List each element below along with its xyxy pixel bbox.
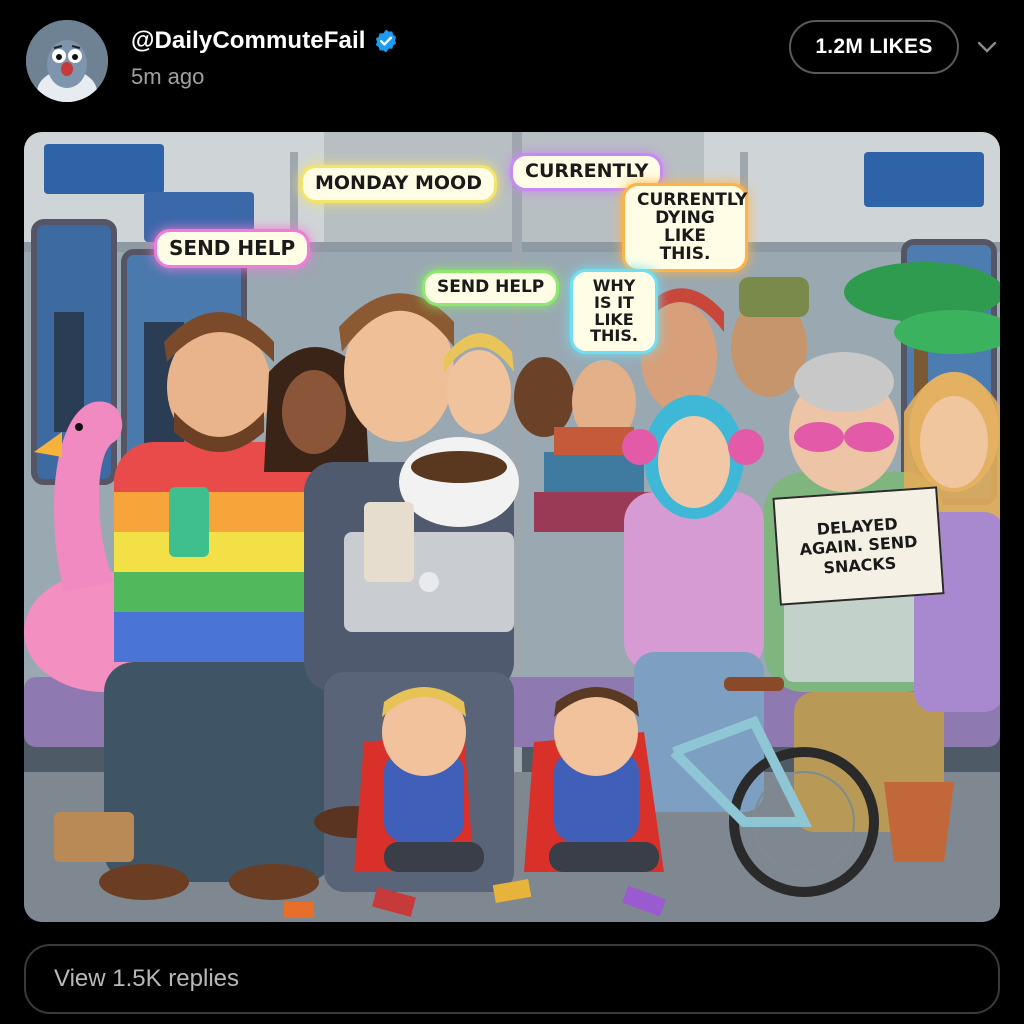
author-handle[interactable]: @DailyCommuteFail: [131, 27, 365, 55]
delayed-sign: DELAYED AGAIN. SEND SNACKS: [772, 486, 945, 606]
pigeon-avatar-icon: [26, 20, 108, 102]
post-image[interactable]: SEND HELP MONDAY MOOD SEND HELP CURRENTL…: [24, 132, 1000, 922]
avatar[interactable]: [26, 20, 108, 102]
speech-bubble-send-help-2: SEND HELP: [422, 270, 560, 306]
chevron-down-icon[interactable]: [974, 36, 1000, 58]
speech-bubble-monday-mood: MONDAY MOOD: [300, 165, 497, 203]
speech-bubble-send-help-1: SEND HELP: [154, 229, 311, 268]
post-timestamp: 5m ago: [131, 64, 205, 89]
verified-badge-icon: [376, 29, 397, 53]
speech-bubble-why-is-it-like-this: WHY IS IT LIKE THIS.: [570, 269, 658, 355]
author-row: @DailyCommuteFail: [131, 27, 399, 55]
likes-button[interactable]: 1.2M LIKES: [789, 20, 959, 74]
speech-bubble-currently-dying: CURRENTLY DYING LIKE THIS.: [622, 183, 748, 273]
view-replies-button[interactable]: View 1.5K replies: [24, 944, 1000, 1014]
post-card: @DailyCommuteFail 5m ago 1.2M LIKES SEND…: [0, 0, 1024, 1024]
